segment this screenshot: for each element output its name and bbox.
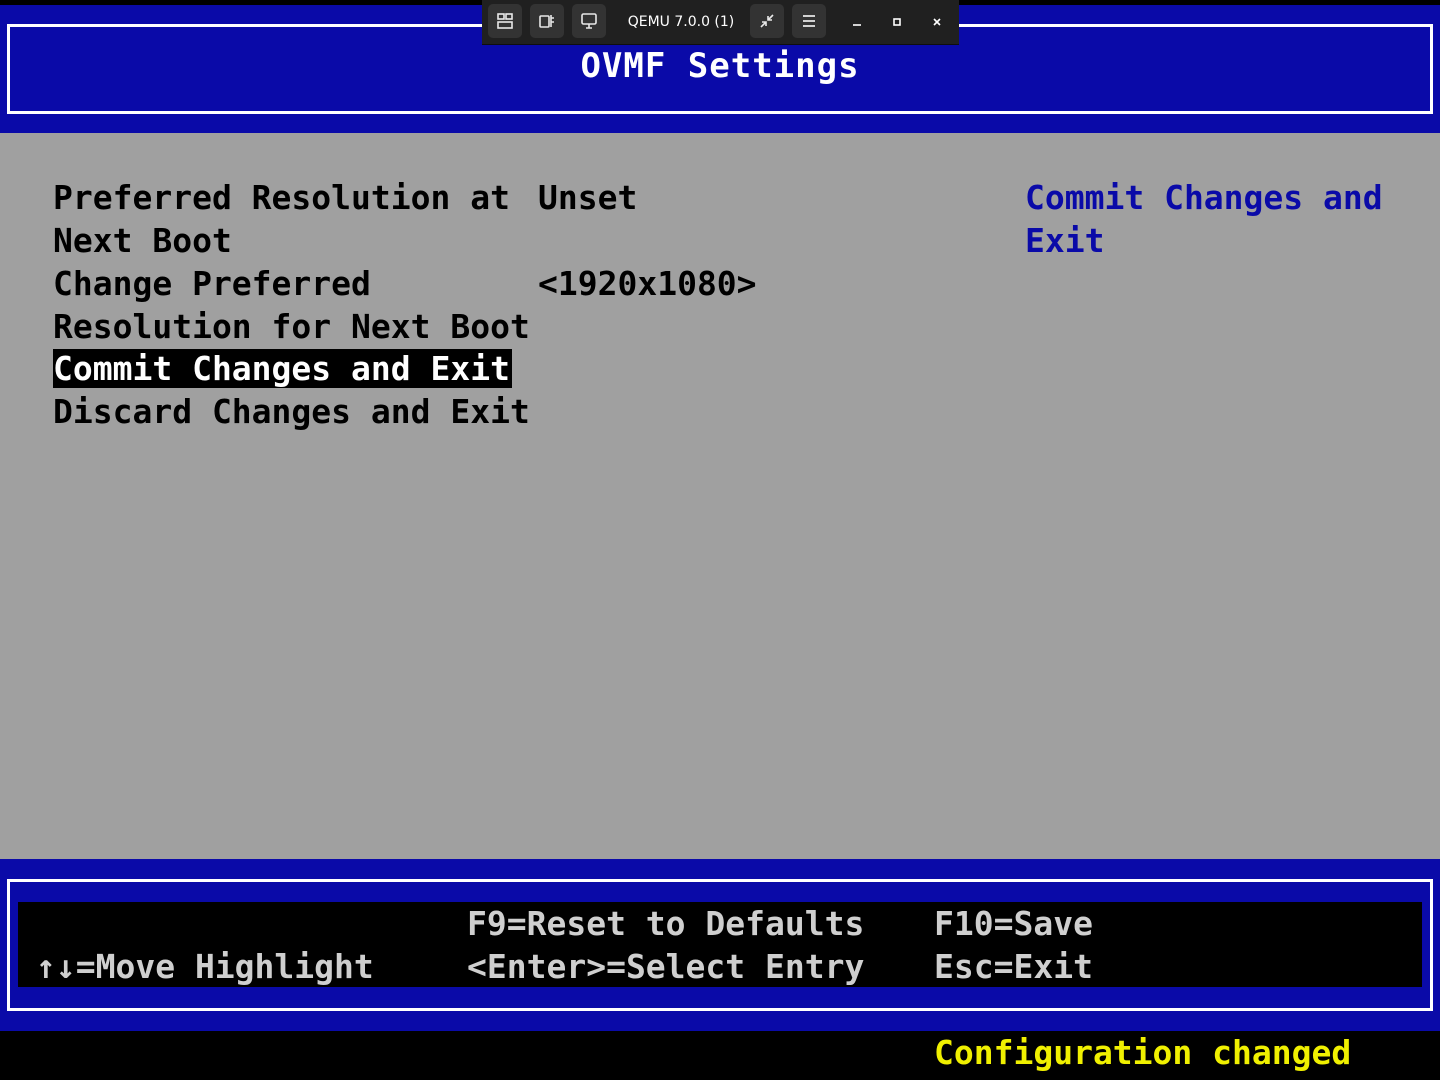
usb-devices-icon[interactable] — [530, 4, 564, 38]
hint-select-entry: <Enter>=Select Entry — [467, 947, 865, 986]
close-icon[interactable] — [923, 8, 951, 36]
menu-item-discard-changes[interactable]: Discard Changes and Exit — [53, 390, 530, 433]
menu-item-preferred-resolution[interactable]: Preferred Resolution at Next Boot — [53, 176, 510, 262]
unfullscreen-icon[interactable] — [750, 4, 784, 38]
minimize-icon[interactable] — [843, 8, 871, 36]
menu-item-label-line: Next Boot — [53, 221, 232, 260]
hamburger-menu-icon[interactable] — [792, 4, 826, 38]
menu-item-label: Commit Changes and Exit — [53, 349, 512, 388]
status-message: Configuration changed — [934, 1033, 1352, 1072]
hint-move-highlight: ↑↓=Move Highlight — [36, 947, 374, 986]
menu-item-label-line: Change Preferred — [53, 264, 371, 303]
maximize-icon[interactable] — [883, 8, 911, 36]
qemu-toolbar: QEMU 7.0.0 (1) — [482, 0, 959, 45]
preferred-resolution-value: Unset — [538, 178, 638, 217]
help-text: Commit Changes and Exit — [1025, 176, 1405, 262]
ovmf-setup-screen: OVMF Settings Preferred Resolution at Ne… — [0, 0, 1440, 1080]
resolution-selector[interactable]: <1920x1080> — [538, 262, 757, 305]
window-title: QEMU 7.0.0 (1) — [627, 14, 735, 30]
hint-exit: Esc=Exit — [934, 947, 1093, 986]
hint-save: F10=Save — [934, 904, 1093, 943]
page-title: OVMF Settings — [580, 46, 860, 86]
help-text-line: Exit — [1025, 221, 1105, 260]
menu-item-label: Discard Changes and Exit — [53, 392, 530, 431]
display-icon[interactable] — [572, 4, 606, 38]
hint-reset-defaults: F9=Reset to Defaults — [467, 904, 865, 943]
menu-item-label-line: Resolution for Next Boot — [53, 307, 530, 346]
view-tabs-icon[interactable] — [488, 4, 522, 38]
help-text-line: Commit Changes and — [1025, 178, 1383, 217]
menu-item-commit-changes[interactable]: Commit Changes and Exit — [53, 347, 512, 390]
menu-item-label-line: Preferred Resolution at — [53, 178, 510, 217]
menu-item-change-preferred-resolution[interactable]: Change Preferred Resolution for Next Boo… — [53, 262, 530, 348]
